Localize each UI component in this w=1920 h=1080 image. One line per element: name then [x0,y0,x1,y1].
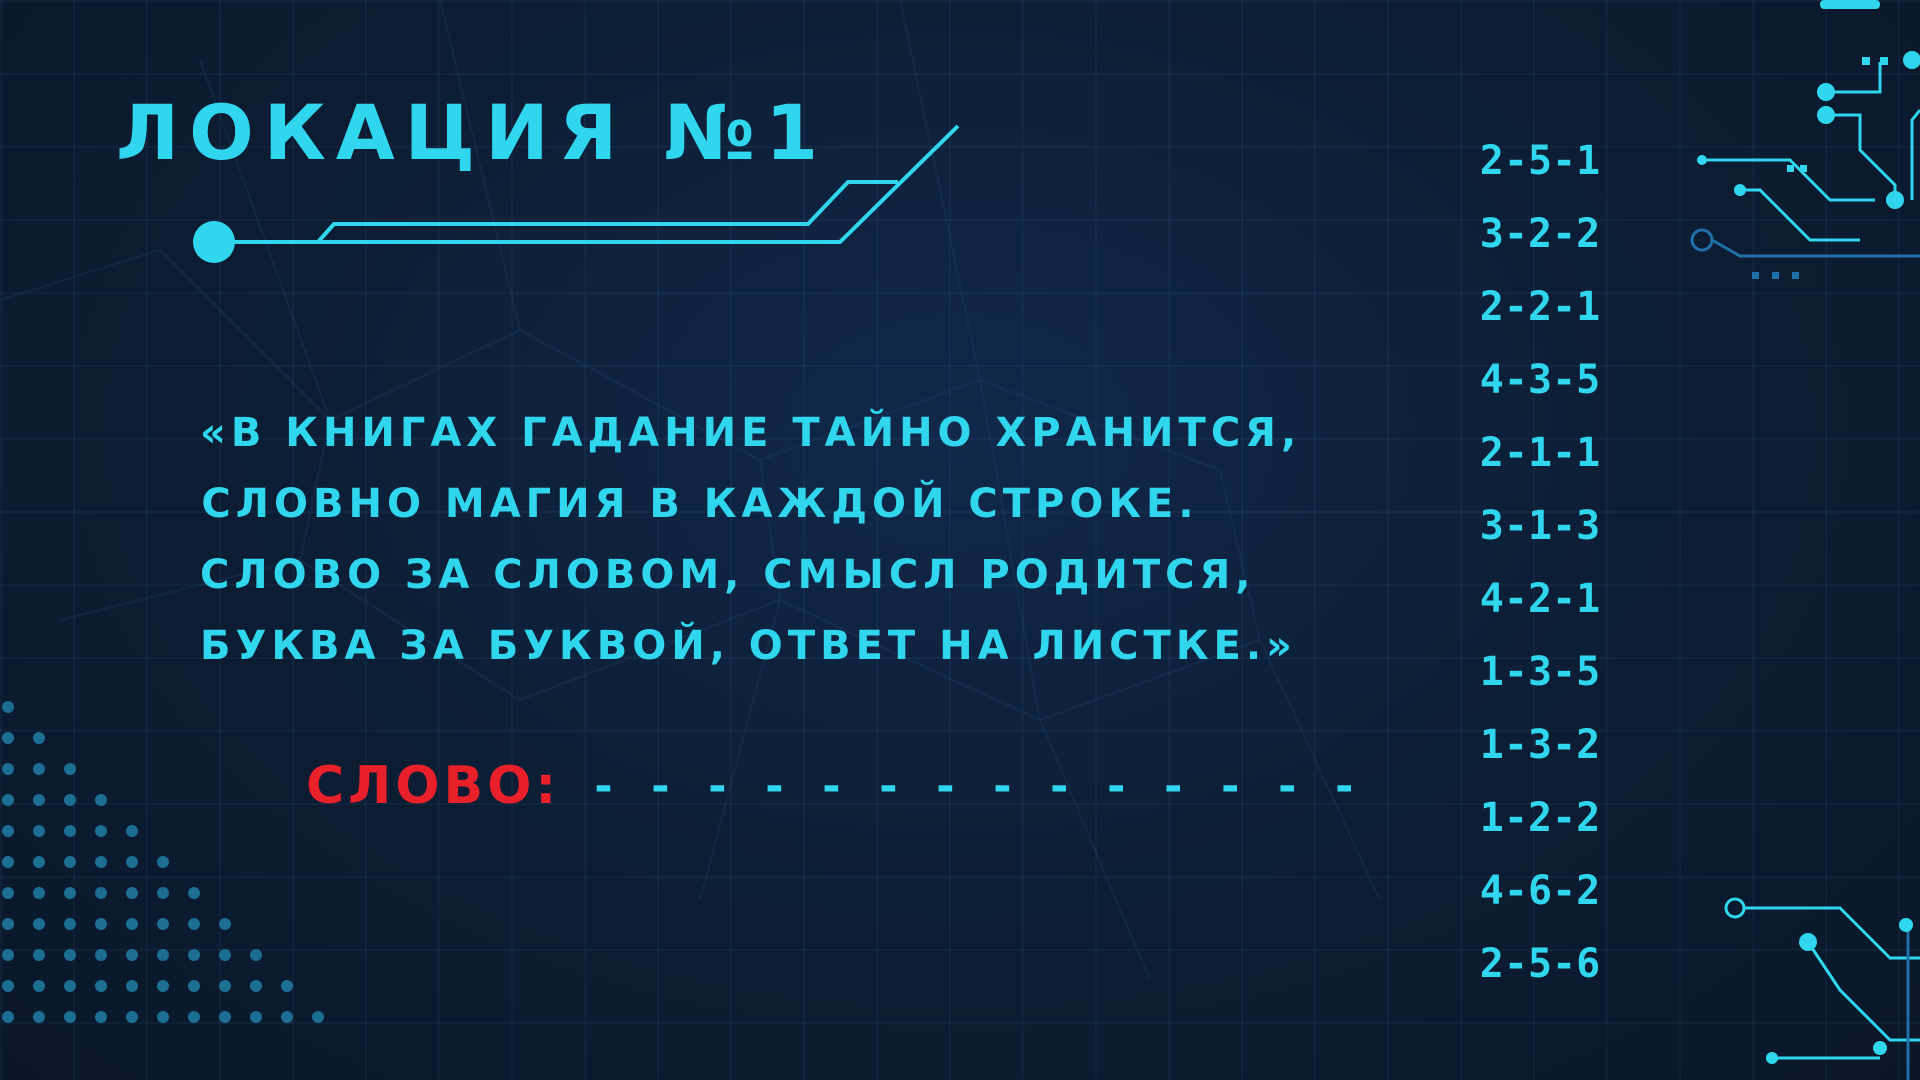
decor-dot [95,980,107,992]
code-item: 4-2-1 [1479,576,1601,622]
decor-dot [250,980,262,992]
decor-dot [157,856,169,868]
decor-dot [188,949,200,961]
decor-dot [126,856,138,868]
page-title: ЛОКАЦИЯ №1 [116,88,829,177]
decor-dot [188,887,200,899]
decor-dot [33,980,45,992]
decor-dot [33,949,45,961]
decor-dot [95,856,107,868]
code-list: 2-5-1 3-2-2 2-2-1 4-3-5 2-1-1 3-1-3 4-2-… [1430,125,1650,1001]
decor-dot [126,887,138,899]
decor-dot [157,980,169,992]
decor-dot [33,856,45,868]
decor-dot [157,887,169,899]
decor-dot [2,918,14,930]
code-item: 4-6-2 [1479,868,1601,914]
decor-dot [33,763,45,775]
code-item: 2-5-6 [1479,941,1601,987]
decor-dot [33,918,45,930]
decor-dot [126,918,138,930]
poem-line: «В книгах гадание тайно хранится, [200,410,1302,456]
circuit-top-right [1702,62,1920,258]
decor-dot [64,887,76,899]
code-item: 3-2-2 [1479,211,1601,257]
circuit-ring-bottom [1724,897,1746,919]
decor-dot [2,701,14,713]
decor-dot [188,1011,200,1023]
decor-dot [2,732,14,744]
decor-dot [64,918,76,930]
code-item: 2-2-1 [1479,284,1601,330]
slide: ЛОКАЦИЯ №1 «В книгах гадание тайно храни… [0,0,1920,1080]
dot-grid [2,701,324,1023]
decor-dot [33,732,45,744]
decor-dot [2,887,14,899]
decor-dot [95,825,107,837]
code-item: 2-1-1 [1479,430,1601,476]
decor-dot [126,825,138,837]
poem-line: буква за буквой, ответ на листке.» [200,623,1297,669]
decor-dot [312,1011,324,1023]
answer-row: СЛОВО: - - - - - - - - - - - - - - [306,756,1359,816]
decor-dot [219,949,231,961]
decor-dot [64,825,76,837]
decor-dot [2,794,14,806]
decor-dot [250,949,262,961]
code-item: 1-3-2 [1479,722,1601,768]
decor-dot [33,825,45,837]
decor-dot [126,949,138,961]
decor-dot [219,980,231,992]
decor-dot [126,1011,138,1023]
title-bullet-dot [193,221,235,263]
circuit-ring [1690,228,1714,252]
decor-dot [157,1011,169,1023]
decor-dot [95,1011,107,1023]
answer-blanks: - - - - - - - - - - - - - - [590,760,1360,812]
decor-dot [64,794,76,806]
decor-dot [126,980,138,992]
code-item: 1-2-2 [1479,795,1601,841]
decor-dot [281,1011,293,1023]
decor-dot [2,1011,14,1023]
decor-dot [95,918,107,930]
decor-dot [95,794,107,806]
decor-dot [157,918,169,930]
decor-dot [219,918,231,930]
decor-dot [2,825,14,837]
decor-dot [219,1011,231,1023]
decor-dot [2,856,14,868]
answer-label: СЛОВО: [306,756,561,816]
decor-dot [2,763,14,775]
decor-dot [33,887,45,899]
decor-dot [64,1011,76,1023]
decor-dot [188,918,200,930]
code-item: 3-1-3 [1479,503,1601,549]
code-item: 2-5-1 [1479,138,1601,184]
decor-dot [64,763,76,775]
poem-line: словно магия в каждой строке. [201,481,1199,527]
decor-dot [2,949,14,961]
code-item: 4-3-5 [1479,357,1601,403]
decor-dot [64,949,76,961]
decor-dot [64,980,76,992]
decor-dot [157,949,169,961]
decor-dot [95,887,107,899]
decor-dot [95,949,107,961]
poem: «В книгах гадание тайно хранится, словно… [200,398,1302,682]
decor-dot [2,980,14,992]
decor-dot [188,980,200,992]
code-item: 1-3-5 [1479,649,1601,695]
poem-line: Слово за словом, смысл родится, [200,552,1256,598]
decor-dot [64,856,76,868]
decor-dot [33,794,45,806]
decor-dot [281,980,293,992]
decor-dot [250,1011,262,1023]
decor-dot [33,1011,45,1023]
